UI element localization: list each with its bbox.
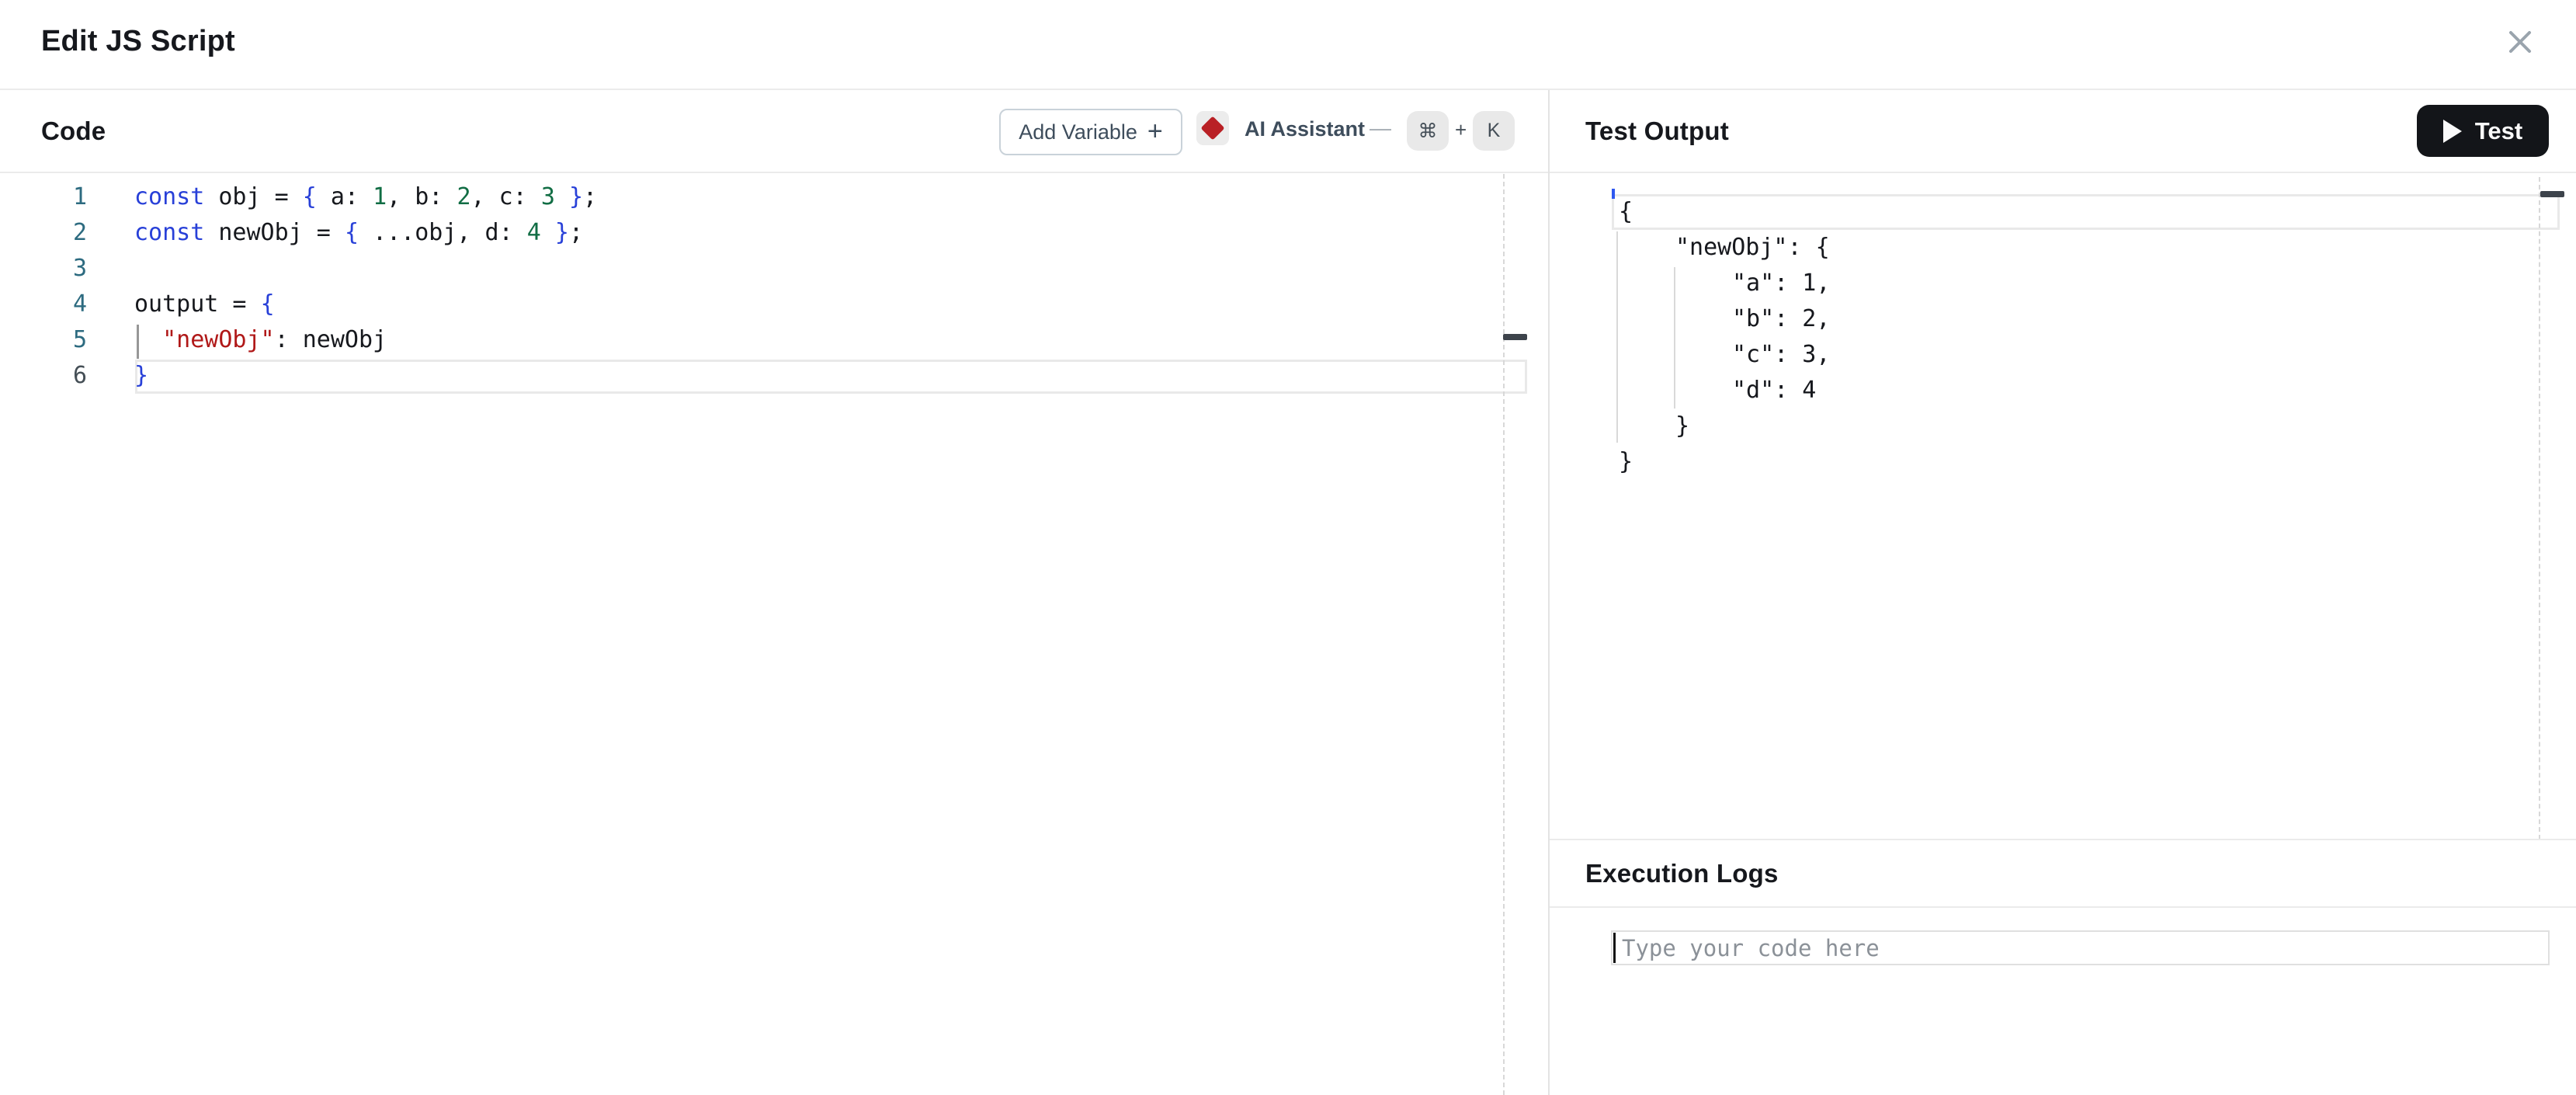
divider (0, 172, 2576, 173)
close-button[interactable] (2498, 20, 2542, 64)
add-variable-label: Add Variable (1019, 120, 1137, 144)
execution-logs-input[interactable] (1611, 930, 2550, 965)
divider (0, 89, 2576, 90)
diamond-icon (1200, 116, 1224, 140)
line-number: 4 (0, 287, 87, 322)
code-text: output = { (134, 287, 275, 322)
divider (1550, 906, 2576, 908)
output-row[interactable]: "newObj": { (1675, 230, 1830, 266)
line-number: 2 (0, 215, 87, 251)
cmd-key-badge: ⌘ (1407, 111, 1449, 151)
test-output-viewer[interactable]: { "newObj": {"a": 1,"b": 2,"c": 3,"d": 4}… (1550, 174, 2576, 839)
execution-logs-heading: Execution Logs (1585, 859, 1779, 888)
code-line[interactable]: 6} (0, 358, 1545, 394)
plus-separator: + (1455, 118, 1467, 142)
editor-drag-handle[interactable] (1503, 334, 1527, 340)
output-drag-handle[interactable] (2540, 191, 2564, 197)
output-row[interactable]: } (1675, 408, 1689, 444)
add-variable-button[interactable]: Add Variable + (999, 109, 1182, 155)
code-line[interactable]: 2 const newObj = { ...obj, d: 4 }; (0, 215, 1545, 251)
ai-assistant-button[interactable] (1196, 111, 1229, 145)
code-line[interactable]: 1 const obj = { a: 1, b: 2, c: 3 }; (0, 179, 1545, 215)
output-row[interactable]: "a": 1, (1732, 266, 1830, 301)
code-line[interactable]: 4 output = { (0, 287, 1545, 322)
test-button[interactable]: Test (2417, 105, 2549, 157)
editor-column-guide (1503, 174, 1505, 1095)
k-key-badge: K (1473, 111, 1515, 151)
text-caret (1613, 933, 1616, 963)
line-number: 1 (0, 179, 87, 215)
output-row[interactable]: } (1619, 444, 1633, 480)
close-icon (2505, 27, 2535, 57)
output-row[interactable]: "c": 3, (1732, 337, 1830, 373)
separator-dash: — (1370, 116, 1391, 141)
output-row[interactable]: { (1619, 194, 1633, 230)
code-text: "newObj": newObj (134, 322, 387, 358)
output-column-guide (2539, 177, 2540, 840)
test-output-heading: Test Output (1585, 116, 1729, 146)
cmd-key-icon: ⌘ (1418, 120, 1438, 143)
active-line-highlight (135, 360, 1527, 394)
code-line[interactable]: 3 (0, 251, 1545, 287)
line-number: 6 (0, 358, 87, 394)
ai-assistant-label: AI Assistant (1245, 117, 1365, 141)
line-number: 3 (0, 251, 87, 287)
code-heading: Code (41, 116, 106, 146)
window-title: Edit JS Script (41, 25, 235, 58)
code-text: const newObj = { ...obj, d: 4 }; (134, 215, 583, 251)
plus-icon: + (1147, 118, 1163, 144)
play-icon (2443, 120, 2462, 143)
code-text: const obj = { a: 1, b: 2, c: 3 }; (134, 179, 597, 215)
code-text: } (134, 358, 148, 394)
line-number: 5 (0, 322, 87, 358)
output-row[interactable]: "d": 4 (1732, 373, 1816, 408)
code-editor[interactable]: 1 const obj = { a: 1, b: 2, c: 3 }; 2 const… (0, 174, 1548, 1095)
test-button-label: Test (2475, 117, 2522, 145)
divider (1550, 839, 2576, 840)
output-row[interactable]: "b": 2, (1732, 301, 1830, 337)
code-line[interactable]: 5 "newObj": newObj (0, 322, 1545, 358)
k-key-label: K (1488, 120, 1501, 142)
edit-js-script-modal: Edit JS Script Code Add Variable + AI As… (0, 0, 2576, 1095)
